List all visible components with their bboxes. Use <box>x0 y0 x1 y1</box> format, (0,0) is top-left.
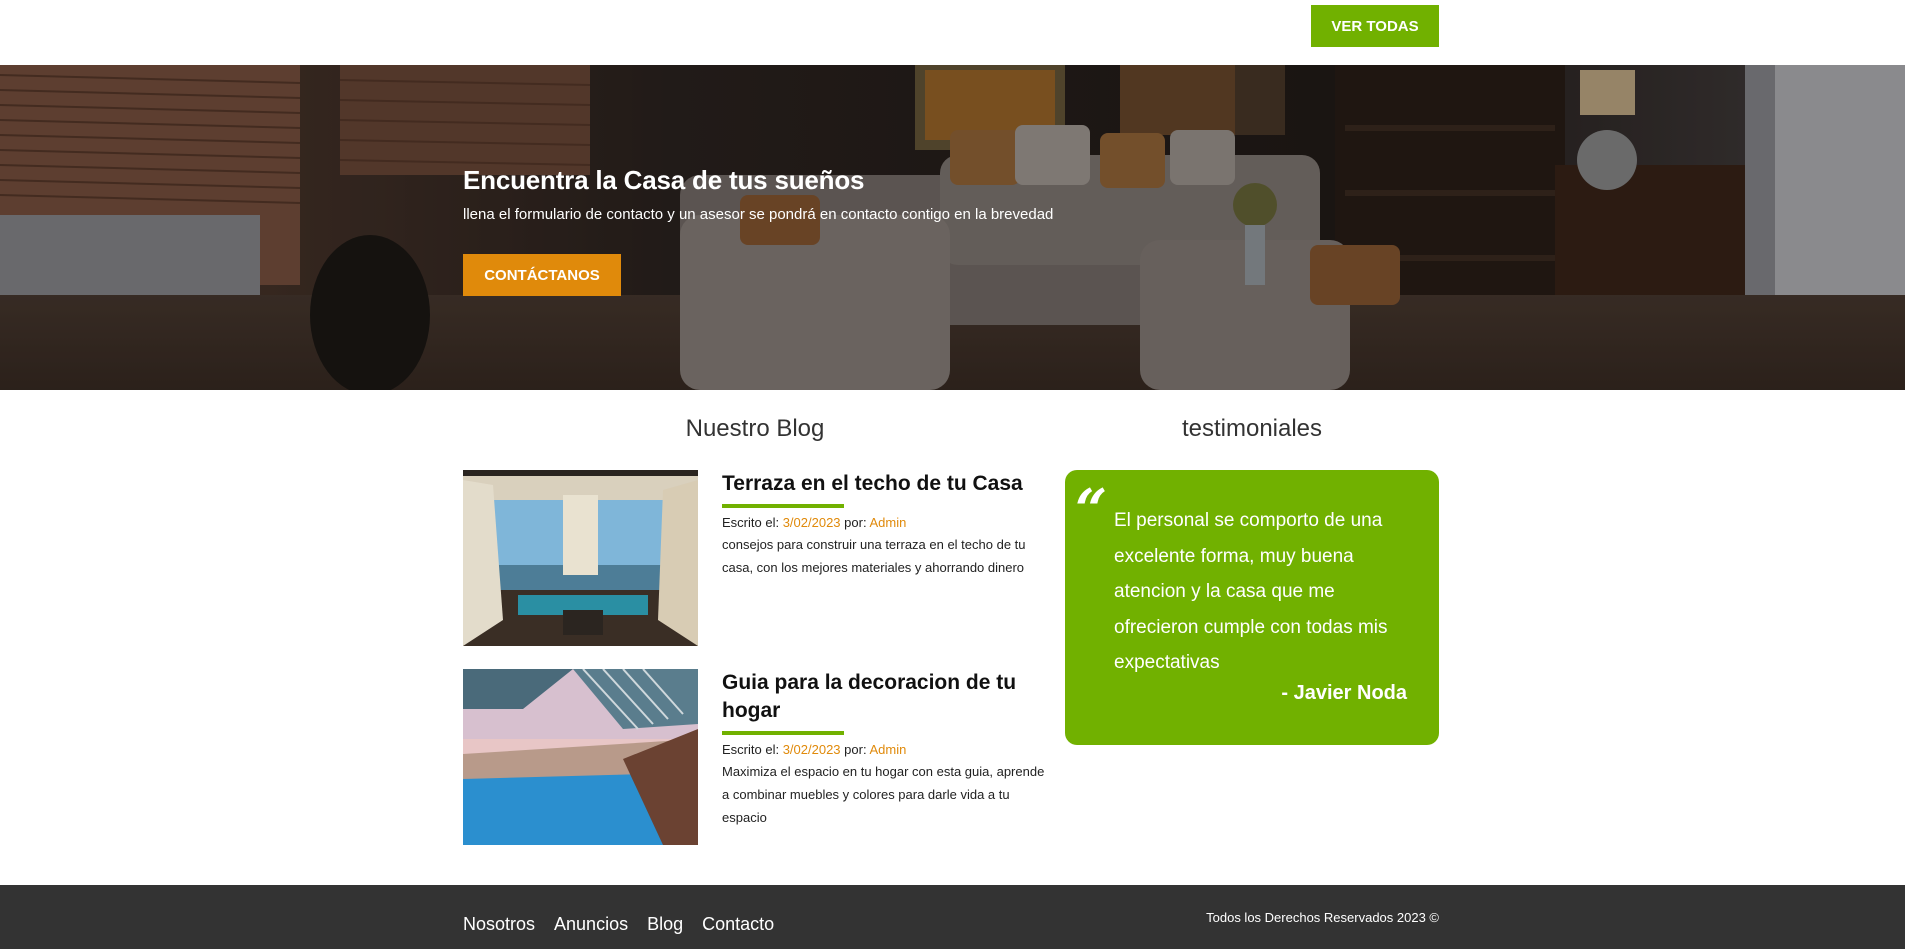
top-strip <box>0 0 1905 65</box>
blog-image-terrace[interactable] <box>463 470 698 646</box>
living-room-image <box>0 65 1905 390</box>
blog-entry-meta: Escrito el: 3/02/2023 por: Admin <box>722 513 1052 533</box>
testimonial-card: “ El personal se comporto de una excelen… <box>1065 470 1439 745</box>
blog-image-pool[interactable] <box>463 669 698 845</box>
written-label: Escrito el: <box>722 742 780 757</box>
post-date: 3/02/2023 <box>782 742 841 757</box>
blog-entry-title[interactable]: Guia para la decoracion de tu hogar <box>722 669 1052 725</box>
testimonials-section-title: testimoniales <box>1181 415 1323 442</box>
by-label: por: <box>844 515 867 530</box>
post-date: 3/02/2023 <box>782 515 841 530</box>
footer-link-anuncios[interactable]: Anuncios <box>554 914 628 935</box>
view-all-button[interactable]: VER TODAS <box>1311 5 1439 47</box>
by-label: por: <box>844 742 867 757</box>
title-underline <box>722 504 844 508</box>
footer-nav: Nosotros Anuncios Blog Contacto <box>463 914 774 935</box>
footer-link-contacto[interactable]: Contacto <box>702 914 774 935</box>
blog-entry-excerpt: consejos para construir una terraza en e… <box>722 537 1026 575</box>
post-author: Admin <box>869 742 907 757</box>
hero-subtitle: llena el formulario de contacto y un ase… <box>463 206 1054 223</box>
blog-section-title: Nuestro Blog <box>685 415 825 442</box>
testimonial-quote: El personal se comporto de una excelente… <box>1114 510 1388 673</box>
copyright-text: Todos los Derechos Reservados 2023 © <box>1206 910 1439 925</box>
written-label: Escrito el: <box>722 515 780 530</box>
post-author: Admin <box>869 515 907 530</box>
blog-entry-title[interactable]: Terraza en el techo de tu Casa <box>722 470 1052 498</box>
footer-link-blog[interactable]: Blog <box>647 914 683 935</box>
footer-link-nosotros[interactable]: Nosotros <box>463 914 535 935</box>
contact-button[interactable]: CONTÁCTANOS <box>463 254 621 296</box>
title-underline <box>722 731 844 735</box>
blog-entry-meta: Escrito el: 3/02/2023 por: Admin <box>722 740 1052 760</box>
hero-title: Encuentra la Casa de tus sueños <box>463 165 865 195</box>
hero-banner: Encuentra la Casa de tus sueños llena el… <box>0 65 1905 390</box>
footer: Nosotros Anuncios Blog Contacto Todos lo… <box>0 885 1905 949</box>
quote-icon: “ <box>1075 477 1108 543</box>
blog-entry-excerpt: Maximiza el espacio en tu hogar con esta… <box>722 764 1045 825</box>
testimonial-author: - Javier Noda <box>1281 682 1407 704</box>
